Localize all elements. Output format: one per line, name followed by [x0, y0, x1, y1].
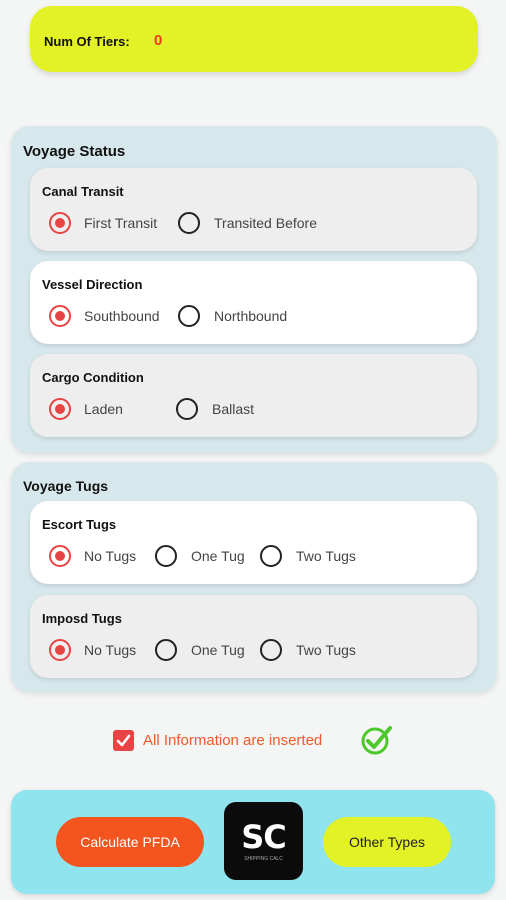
imposed-tugs-title: Imposd Tugs [42, 611, 122, 626]
imposed-tugs-card: Imposd Tugs No Tugs One Tug Two Tugs [30, 595, 477, 678]
voyage-tugs-title: Voyage Tugs [23, 478, 109, 494]
radio-escort-two-tugs[interactable] [260, 545, 282, 567]
logo-caption: SHIPPING CALC [244, 855, 283, 862]
option-escort-no-tugs: No Tugs [84, 548, 137, 564]
check-circle-icon [361, 726, 392, 755]
radio-escort-no-tugs[interactable] [49, 545, 71, 567]
radio-southbound[interactable] [49, 305, 71, 327]
tiers-label: Num Of Tiers: [44, 34, 130, 49]
option-imposed-one-tug: One Tug [191, 642, 245, 658]
radio-ballast[interactable] [176, 398, 198, 420]
radio-transited-before[interactable] [178, 212, 200, 234]
escort-tugs-card: Escort Tugs No Tugs One Tug Two Tugs [30, 501, 477, 584]
checkmark-icon [116, 734, 131, 747]
radio-laden[interactable] [49, 398, 71, 420]
radio-imposed-one-tug[interactable] [155, 639, 177, 661]
cargo-condition-card: Cargo Condition Laden Ballast [30, 354, 477, 437]
canal-transit-title: Canal Transit [42, 184, 124, 199]
all-info-checkbox[interactable] [113, 730, 134, 751]
option-escort-one-tug: One Tug [191, 548, 245, 564]
other-types-button[interactable]: Other Types [323, 817, 451, 867]
radio-escort-one-tug[interactable] [155, 545, 177, 567]
vessel-direction-card: Vessel Direction Southbound Northbound [30, 261, 477, 344]
calculate-pfda-button[interactable]: Calculate PFDA [56, 817, 204, 867]
logo-text: SC [241, 817, 287, 856]
all-info-label: All Information are inserted [143, 732, 323, 749]
tiers-card: Num Of Tiers: 0 [30, 6, 478, 72]
canal-transit-card: Canal Transit First Transit Transited Be… [30, 168, 477, 251]
voyage-tugs-panel: Voyage Tugs Escort Tugs No Tugs One Tug … [11, 462, 497, 692]
radio-imposed-no-tugs[interactable] [49, 639, 71, 661]
option-imposed-two-tugs: Two Tugs [296, 642, 356, 658]
option-imposed-no-tugs: No Tugs [84, 642, 137, 658]
voyage-status-panel: Voyage Status Canal Transit First Transi… [11, 126, 497, 453]
option-ballast: Ballast [212, 401, 255, 417]
app-logo: SC SHIPPING CALC [224, 802, 303, 880]
option-northbound: Northbound [214, 308, 288, 324]
option-southbound: Southbound [84, 308, 160, 324]
radio-imposed-two-tugs[interactable] [260, 639, 282, 661]
radio-first-transit[interactable] [49, 212, 71, 234]
escort-tugs-title: Escort Tugs [42, 517, 117, 532]
option-first-transit: First Transit [84, 215, 158, 231]
option-laden: Laden [84, 401, 123, 417]
vessel-direction-title: Vessel Direction [42, 277, 143, 292]
tiers-value: 0 [154, 32, 163, 49]
cargo-condition-title: Cargo Condition [42, 370, 144, 385]
radio-northbound[interactable] [178, 305, 200, 327]
voyage-status-title: Voyage Status [23, 143, 126, 160]
option-transited-before: Transited Before [214, 215, 317, 231]
option-escort-two-tugs: Two Tugs [296, 548, 356, 564]
